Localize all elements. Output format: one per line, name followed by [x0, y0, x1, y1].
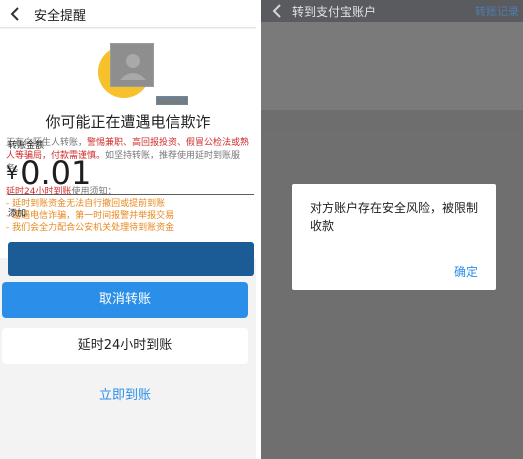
- dialog-message: 对方账户存在安全风险，被限制收款: [310, 201, 479, 233]
- add-note-link[interactable]: 添加: [8, 206, 26, 219]
- cancel-transfer-button[interactable]: 取消转账: [2, 282, 248, 318]
- back-chevron-icon[interactable]: [8, 6, 22, 22]
- amount-label: 转账金额: [8, 141, 45, 151]
- recipient-section: [261, 22, 523, 110]
- notice-item: - 延时到账资金无法自行撤回或提前到账: [6, 199, 166, 209]
- back-chevron-icon[interactable]: [271, 3, 283, 19]
- page-title: 安全提醒: [34, 9, 87, 24]
- amount-underline: [8, 194, 254, 195]
- security-header: 安全提醒: [0, 0, 256, 28]
- currency-symbol: ¥: [6, 162, 19, 184]
- transfer-record-link[interactable]: 转账记录: [475, 3, 519, 19]
- risk-alert-dialog: 对方账户存在安全风险，被限制收款 确定: [292, 184, 496, 290]
- amount-value: 0.01: [20, 154, 92, 192]
- transfer-header: 转到支付宝账户 转账记录: [261, 0, 523, 22]
- amount-section: [261, 131, 523, 459]
- notice-item: - 我们会全力配合公安机关处理待到账资金: [6, 223, 175, 233]
- instant-transfer-button[interactable]: 立即到账: [0, 384, 250, 403]
- verified-badge: 已实名认证: [156, 96, 188, 105]
- amount-input[interactable]: ¥0.01: [6, 154, 91, 192]
- dialog-ok-button[interactable]: 确定: [454, 263, 478, 280]
- notice-item: - 遭遇电信诈骗，第一时间报警并举报交易: [6, 211, 175, 221]
- recipient-avatar-icon: [110, 43, 154, 87]
- delay-24h-button[interactable]: 延时24小时到账: [2, 328, 248, 364]
- fraud-warning-heading: 你可能正在遭遇电信欺诈: [45, 113, 211, 131]
- confirm-transfer-button[interactable]: [8, 242, 254, 276]
- page-title: 转到支付宝账户: [292, 5, 377, 19]
